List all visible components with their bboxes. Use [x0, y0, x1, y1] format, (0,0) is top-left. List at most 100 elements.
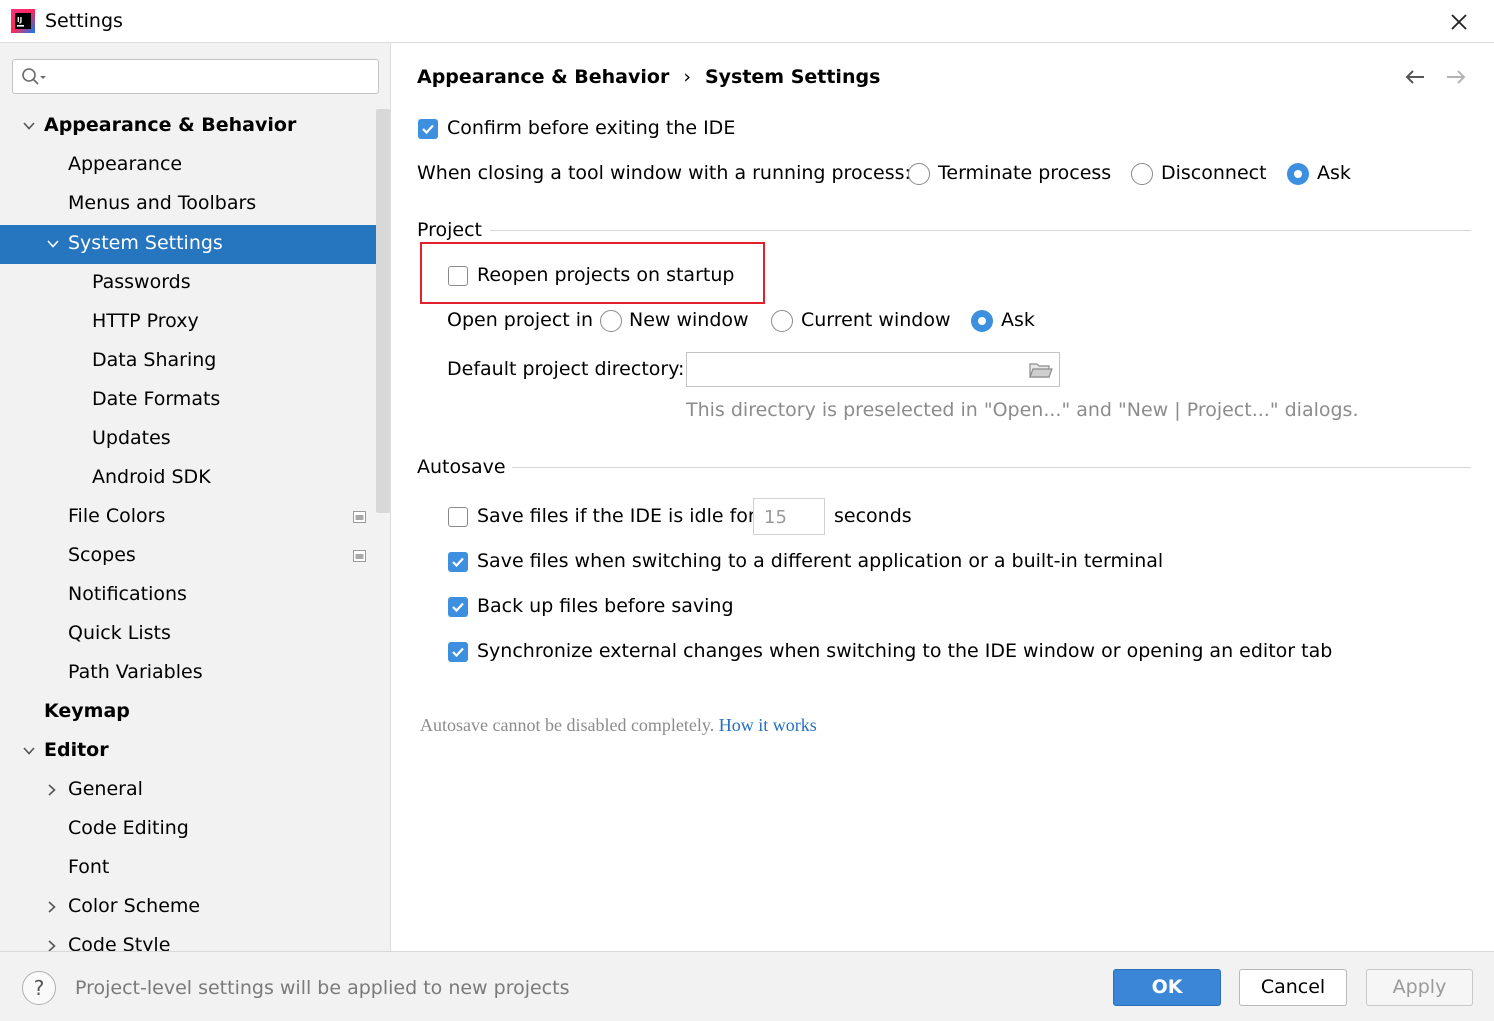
- disconnect-label[interactable]: Disconnect: [1161, 162, 1267, 184]
- chevron-right-icon[interactable]: [45, 939, 59, 951]
- sidebar-item-menus-toolbars[interactable]: Menus and Toolbars: [0, 185, 390, 224]
- chevron-right-icon[interactable]: [45, 783, 59, 797]
- help-button[interactable]: ?: [22, 971, 56, 1005]
- breadcrumb-parent[interactable]: Appearance & Behavior: [417, 66, 669, 88]
- window-title: Settings: [45, 10, 123, 32]
- sidebar-item-keymap[interactable]: Keymap: [0, 693, 390, 732]
- chevron-down-icon[interactable]: [46, 237, 60, 251]
- sidebar-item-code-style[interactable]: Code Style: [0, 927, 390, 951]
- chevron-right-icon[interactable]: [45, 900, 59, 914]
- sidebar-item-label: Code Editing: [68, 817, 189, 839]
- autosave-section-title: Autosave: [417, 456, 506, 478]
- breadcrumb: Appearance & Behavior › System Settings: [417, 66, 880, 88]
- sidebar-item-color-scheme[interactable]: Color Scheme: [0, 888, 390, 927]
- search-input[interactable]: [53, 64, 373, 89]
- sidebar-item-label: Menus and Toolbars: [68, 192, 257, 214]
- chevron-down-icon[interactable]: [22, 744, 36, 758]
- intellij-app-icon: IJ: [11, 9, 35, 33]
- sidebar-item-font[interactable]: Font: [0, 849, 390, 888]
- sidebar-item-label: Keymap: [44, 700, 130, 722]
- sidebar-item-label: System Settings: [68, 232, 223, 254]
- sidebar-item-appearance-behavior[interactable]: Appearance & Behavior: [0, 107, 390, 146]
- sidebar-item-quick-lists[interactable]: Quick Lists: [0, 615, 390, 654]
- sidebar-item-label: Editor: [44, 739, 109, 761]
- sync-external-label: Synchronize external changes when switch…: [477, 640, 1333, 662]
- sidebar-item-notifications[interactable]: Notifications: [0, 576, 390, 615]
- save-on-switch-checkbox[interactable]: [448, 552, 468, 572]
- checkmark-icon: [422, 124, 434, 135]
- disconnect-radio[interactable]: [1131, 163, 1153, 185]
- current-window-label[interactable]: Current window: [801, 309, 951, 331]
- back-arrow-icon[interactable]: [1403, 66, 1427, 88]
- sidebar-item-label: HTTP Proxy: [92, 310, 199, 332]
- close-icon[interactable]: [1445, 8, 1473, 36]
- project-settings-icon: [353, 511, 366, 523]
- sidebar-item-http-proxy[interactable]: HTTP Proxy: [0, 303, 390, 342]
- sync-external-checkbox[interactable]: [448, 642, 468, 662]
- sidebar-item-label: Color Scheme: [68, 895, 201, 917]
- sidebar-item-label: Code Style: [68, 934, 171, 951]
- new-window-radio[interactable]: [600, 310, 622, 332]
- closing-ask-label[interactable]: Ask: [1317, 162, 1351, 184]
- sidebar-item-general[interactable]: General: [0, 771, 390, 810]
- sidebar-item-label: Updates: [92, 427, 171, 449]
- default-dir-input[interactable]: [693, 358, 1013, 382]
- terminate-process-radio[interactable]: [908, 163, 930, 185]
- closing-ask-radio[interactable]: [1287, 163, 1309, 185]
- reopen-projects-checkbox[interactable]: [448, 266, 468, 286]
- default-dir-label: Default project directory:: [447, 358, 685, 380]
- sidebar-item-label: Data Sharing: [92, 349, 217, 371]
- backup-checkbox[interactable]: [448, 597, 468, 617]
- svg-text:IJ: IJ: [17, 16, 22, 24]
- save-on-switch-label: Save files when switching to a different…: [477, 550, 1164, 572]
- sidebar-item-system-settings[interactable]: System Settings: [0, 225, 390, 264]
- sidebar-item-label: Passwords: [92, 271, 191, 293]
- reopen-projects-label: Reopen projects on startup: [477, 264, 735, 286]
- forward-arrow-icon[interactable]: [1444, 66, 1468, 88]
- terminate-process-label[interactable]: Terminate process: [938, 162, 1111, 184]
- sidebar-item-scopes[interactable]: Scopes: [0, 537, 390, 576]
- sidebar-item-editor[interactable]: Editor: [0, 732, 390, 771]
- sidebar-scrollbar[interactable]: [376, 109, 390, 513]
- backup-label: Back up files before saving: [477, 595, 734, 617]
- sidebar-item-updates[interactable]: Updates: [0, 420, 390, 459]
- current-window-radio[interactable]: [771, 310, 793, 332]
- confirm-exit-checkbox[interactable]: [418, 119, 438, 139]
- sidebar-item-label: Appearance & Behavior: [44, 114, 297, 136]
- sidebar-item-code-editing[interactable]: Code Editing: [0, 810, 390, 849]
- sidebar-item-appearance[interactable]: Appearance: [0, 146, 390, 185]
- settings-search[interactable]: [12, 59, 379, 94]
- save-idle-label: Save files if the IDE is idle for: [477, 505, 756, 527]
- default-dir-field[interactable]: [686, 352, 1060, 387]
- chevron-down-icon[interactable]: [22, 119, 36, 133]
- sidebar-item-path-variables[interactable]: Path Variables: [0, 654, 390, 693]
- idle-seconds-field[interactable]: [753, 498, 825, 535]
- idle-seconds-input[interactable]: [762, 505, 818, 529]
- sidebar-item-label: Appearance: [68, 153, 183, 175]
- closing-tool-window-label: When closing a tool window with a runnin…: [417, 162, 911, 184]
- project-section-divider: [490, 230, 1471, 231]
- title-bar: IJ Settings: [0, 0, 1494, 43]
- apply-button[interactable]: Apply: [1366, 969, 1473, 1006]
- save-idle-checkbox[interactable]: [448, 507, 468, 527]
- sidebar-item-passwords[interactable]: Passwords: [0, 264, 390, 303]
- sidebar-item-label: File Colors: [68, 505, 166, 527]
- folder-browse-icon[interactable]: [1029, 361, 1053, 379]
- breadcrumb-separator: ›: [683, 66, 691, 88]
- sidebar-item-data-sharing[interactable]: Data Sharing: [0, 342, 390, 381]
- sidebar-item-label: Font: [68, 856, 110, 878]
- sidebar-item-android-sdk[interactable]: Android SDK: [0, 459, 390, 498]
- checkmark-icon: [452, 557, 464, 568]
- cancel-button[interactable]: Cancel: [1239, 969, 1347, 1006]
- open-in-ask-radio[interactable]: [971, 310, 993, 332]
- dialog-footer: ? Project-level settings will be applied…: [0, 951, 1494, 1021]
- ok-button[interactable]: OK: [1113, 969, 1221, 1006]
- sidebar-item-date-formats[interactable]: Date Formats: [0, 381, 390, 420]
- sidebar-item-label: Path Variables: [68, 661, 203, 683]
- open-in-ask-label[interactable]: Ask: [1001, 309, 1035, 331]
- sidebar-item-file-colors[interactable]: File Colors: [0, 498, 390, 537]
- sidebar-item-label: Notifications: [68, 583, 187, 605]
- new-window-label[interactable]: New window: [629, 309, 749, 331]
- how-it-works-link[interactable]: How it works: [719, 715, 817, 735]
- sidebar-item-label: General: [68, 778, 143, 800]
